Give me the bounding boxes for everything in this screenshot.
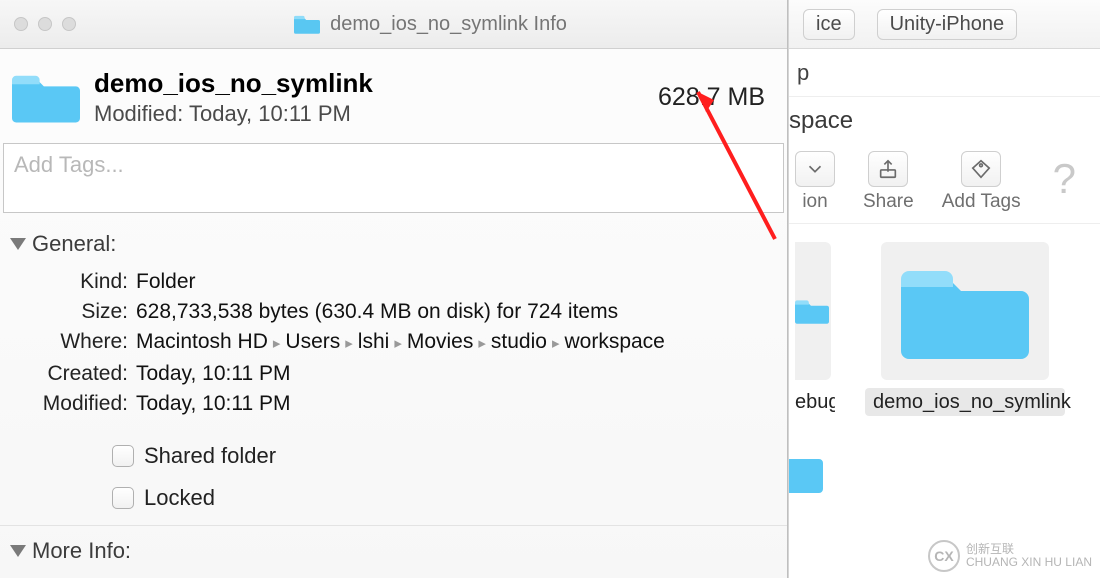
share-icon bbox=[877, 158, 899, 180]
checkbox-icon[interactable] bbox=[112, 487, 134, 509]
size-value: 628,733,538 bytes (630.4 MB on disk) for… bbox=[136, 297, 775, 327]
watermark: CX 创新互联 CHUANG XIN HU LIAN bbox=[928, 540, 1092, 572]
kind-label: Kind: bbox=[12, 267, 128, 297]
created-label: Created: bbox=[12, 359, 128, 389]
section-label: General: bbox=[32, 231, 116, 257]
created-value: Today, 10:11 PM bbox=[136, 359, 775, 389]
section-general[interactable]: General: bbox=[0, 219, 787, 263]
add-tags-button[interactable]: Add Tags bbox=[942, 151, 1021, 213]
kind-value: Folder bbox=[136, 267, 775, 297]
close-icon[interactable] bbox=[14, 17, 28, 31]
summary-row: demo_ios_no_symlink Modified: Today, 10:… bbox=[0, 49, 787, 141]
shared-folder-label: Shared folder bbox=[144, 441, 276, 471]
general-details: Kind: Folder Size: 628,733,538 bytes (63… bbox=[0, 263, 787, 523]
modified-label: Modified: bbox=[12, 389, 128, 419]
folder-icon bbox=[294, 11, 320, 37]
item-label: demo_ios_no_symlink bbox=[865, 388, 1065, 416]
location-fragment: space bbox=[789, 97, 1100, 141]
folder-icon bbox=[12, 63, 80, 131]
window-controls[interactable] bbox=[14, 17, 76, 31]
modified-value: Today, 10:11 PM bbox=[136, 389, 775, 419]
minimize-icon[interactable] bbox=[38, 17, 52, 31]
share-button[interactable]: Share bbox=[863, 151, 914, 213]
section-more-info[interactable]: More Info: bbox=[0, 525, 787, 570]
get-info-window: demo_ios_no_symlink Info demo_ios_no_sym… bbox=[0, 0, 788, 578]
size-label: Size: bbox=[12, 297, 128, 327]
tab-fragment[interactable]: ice bbox=[803, 9, 855, 40]
chevron-down-icon[interactable] bbox=[10, 238, 26, 250]
locked-checkbox[interactable]: Locked bbox=[12, 477, 775, 519]
toolbar-label: Add Tags bbox=[942, 191, 1021, 213]
modified-line: Modified: Today, 10:11 PM bbox=[94, 101, 644, 127]
breadcrumb-fragment[interactable]: p bbox=[797, 60, 809, 86]
toolbar-label: ion bbox=[802, 191, 827, 213]
finder-tabs: ice Unity-iPhone bbox=[789, 0, 1100, 49]
window-title-text: demo_ios_no_symlink Info bbox=[330, 13, 567, 36]
where-label: Where: bbox=[12, 327, 128, 359]
toolbar-label: Share bbox=[863, 191, 914, 213]
section-label: More Info: bbox=[32, 538, 131, 564]
folder-icon bbox=[881, 242, 1049, 380]
watermark-logo: CX bbox=[928, 540, 960, 572]
chevron-down-icon[interactable] bbox=[10, 545, 26, 557]
breadcrumb[interactable]: p bbox=[789, 49, 1100, 97]
finder-toolbar: ion Share Add Tags ? bbox=[789, 141, 1100, 224]
item-label-fragment: ebug bbox=[795, 388, 835, 416]
list-item[interactable]: ebug bbox=[795, 242, 835, 416]
icon-grid: ebug demo_ios_no_symlink bbox=[789, 224, 1100, 434]
folder-icon bbox=[789, 434, 1100, 504]
chevron-down-icon bbox=[804, 158, 826, 180]
locked-label: Locked bbox=[144, 483, 215, 513]
titlebar[interactable]: demo_ios_no_symlink Info bbox=[0, 0, 787, 49]
tag-icon bbox=[970, 158, 992, 180]
total-size: 628.7 MB bbox=[658, 83, 769, 112]
zoom-icon[interactable] bbox=[62, 17, 76, 31]
folder-icon bbox=[795, 242, 831, 380]
view-button-fragment[interactable]: ion bbox=[795, 151, 835, 213]
watermark-subtext: CHUANG XIN HU LIAN bbox=[966, 556, 1092, 569]
finder-window-fragment: ice Unity-iPhone p space ion Share Add T… bbox=[788, 0, 1100, 578]
window-title: demo_ios_no_symlink Info bbox=[88, 11, 773, 37]
checkbox-icon[interactable] bbox=[112, 445, 134, 467]
where-value: Macintosh HD▸Users▸lshi▸Movies▸studio▸wo… bbox=[136, 327, 775, 359]
list-item-selected[interactable]: demo_ios_no_symlink bbox=[865, 242, 1065, 416]
shared-folder-checkbox[interactable]: Shared folder bbox=[12, 435, 775, 477]
tab-unity-iphone[interactable]: Unity-iPhone bbox=[877, 9, 1018, 40]
folder-name: demo_ios_no_symlink bbox=[94, 68, 644, 99]
help-icon[interactable]: ? bbox=[1053, 155, 1076, 203]
tags-input[interactable]: Add Tags... bbox=[3, 143, 784, 213]
